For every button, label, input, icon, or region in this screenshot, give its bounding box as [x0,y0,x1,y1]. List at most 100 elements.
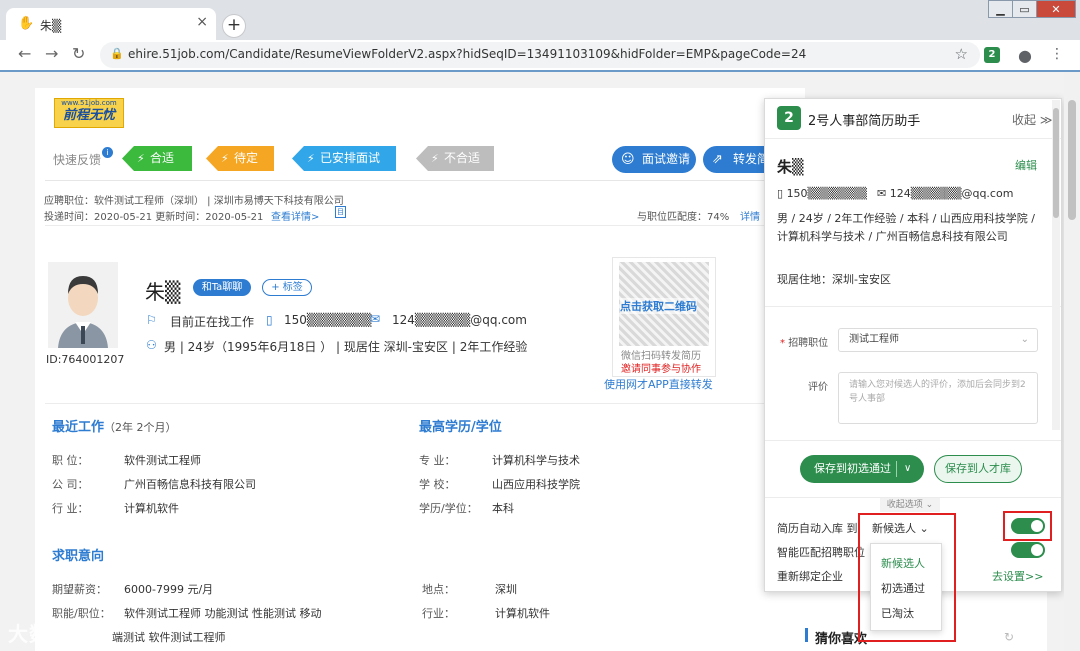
panel-candidate-info: 男 / 24岁 / 2年工作经验 / 本科 / 山西应用科技学院 / 计算机科学… [777,212,1035,243]
post-dates: 投递时间：2020-05-21 更新时间：2020-05-21 [44,212,264,223]
2hao-logo: 2 [777,106,801,130]
salary-value: 6000-7999 元/月 [124,583,214,596]
address-bar[interactable]: 🔒 ehire.51job.com/Candidate/ResumeViewFo… [100,42,980,68]
maximize-button[interactable]: ▭ [1012,0,1037,18]
quick-feedback-label: 快速反馈 [53,153,102,167]
salary-label: 期望薪资： [52,583,107,596]
work-industry-label: 行 业： [52,502,89,515]
location-label: 地点： [422,583,455,596]
reload-icon[interactable]: ↻ [72,44,85,63]
people-icon: ☺ [621,152,635,167]
add-tag-button[interactable]: + 标签 [262,279,312,296]
info-icon[interactable]: i [102,147,113,158]
edu-school-label: 学 校： [419,478,456,491]
kebab-menu-icon[interactable]: ⋮ [1050,46,1064,62]
candidate-id: ID:764001207 [46,353,125,366]
qr-invite-caption: 邀请同事参与协作 [621,364,701,375]
account-icon[interactable]: ● [1018,46,1032,65]
collapse-panel-button[interactable]: 收起 ≫ [1012,111,1052,128]
work-position-value: 软件测试工程师 [124,454,201,467]
phone-icon: ▯ [266,313,273,327]
panel-email: ✉ 124▒▒▒▒▒▒@qq.com [877,187,1014,200]
highlight-box [858,513,956,642]
view-detail-link[interactable]: 查看详情> [271,208,319,223]
chat-button[interactable]: 和Ta聊聊 [193,279,251,296]
avatar [48,262,118,348]
email: 124▒▒▒▒▒▒@qq.com [392,313,527,327]
panel-phone: ▯ 150▒▒▒▒▒▒▒ [777,187,867,200]
smart-match-toggle[interactable] [1011,542,1045,558]
edu-major-value: 计算机科学与技术 [492,454,580,467]
divider [45,180,785,181]
match-rate: 与职位匹配度：74% [637,212,730,223]
work-company-value: 广州百畅信息科技有限公司 [124,478,256,491]
51job-logo[interactable]: www.51job.com 前程无忧 [54,98,124,128]
work-position-label: 职 位： [52,454,89,467]
go-settings-link[interactable]: 去设置>> [992,568,1043,584]
work-industry-value: 计算机软件 [124,502,179,515]
feedback-unsuitable-button[interactable]: ⚡ 不合适 [416,146,494,171]
candidate-info: 男 | 24岁（1995年6月18日 ） | 现居住 深圳-宝安区 | 2年工作… [164,340,528,354]
edu-degree-value: 本科 [492,502,514,515]
close-window-button[interactable]: ✕ [1036,0,1076,18]
get-qr-link[interactable]: 点击获取二维码 [620,298,697,314]
phone-icon: ▯ [777,187,787,200]
new-tab-button[interactable]: + [222,14,246,38]
bolt-icon: ⚡ [137,152,145,165]
function-value-cont: 端测试 软件测试工程师 [112,631,226,644]
divider [45,403,785,404]
job-select[interactable]: 测试工程师 ⌄ [838,328,1038,352]
candidate-name: 朱▒ [145,280,181,304]
divider [765,306,1061,307]
browser-tab[interactable]: ✋ 朱▒ × [6,8,216,40]
edu-degree-label: 学历/学位： [419,502,478,515]
page-scrollbar-thumb[interactable] [1068,100,1076,220]
panel-title: 2号人事部简历助手 [808,114,921,129]
panel-candidate-name: 朱▒ [777,158,804,176]
collapse-options-button[interactable]: 收起选项 ⌄ [880,498,940,512]
auto-import-label: 简历自动入库 到 [777,522,858,535]
match-detail-link[interactable]: 详情 [740,208,760,223]
panel-address: 现居住地：深圳-宝安区 [777,273,891,286]
evaluation-input[interactable]: 请输入您对候选人的评价，添加后会同步到2号人事部 [838,372,1038,424]
interview-invite-button[interactable]: ☺ 面试邀请 [612,146,696,173]
flag-icon: ⚐ [146,313,157,327]
save-to-screened-button[interactable]: 保存到初选通过 ∨ [800,455,924,483]
panel-scrollbar-thumb[interactable] [1053,108,1059,218]
intent-industry-label: 行业： [422,607,455,620]
forward-icon: ⇗ [712,152,723,167]
feedback-pending-button[interactable]: ⚡ 待定 [206,146,274,171]
bolt-icon: ⚡ [307,152,315,165]
section-accent [805,628,808,642]
divider [765,440,1061,441]
refresh-icon[interactable]: ↻ [1004,630,1014,644]
chevron-down-icon: ⌄ [1020,334,1029,345]
forward-arrow-icon[interactable]: → [45,44,58,63]
mail-icon: ✉ [370,312,381,326]
education-heading: 最高学历/学位 [419,420,502,435]
back-arrow-icon[interactable]: ← [18,44,31,63]
bolt-icon: ⚡ [221,152,229,165]
person-icon: ⚇ [146,338,157,352]
feedback-interview-scheduled-button[interactable]: ⚡ 已安排面试 [292,146,396,171]
app-forward-link[interactable]: 使用网才APP直接转发 [604,376,713,392]
avatar-icon [48,262,118,348]
bookmark-star-icon[interactable]: ☆ [955,45,968,63]
close-tab-icon[interactable]: × [196,14,208,30]
mail-icon: ✉ [877,187,890,200]
applied-position: 应聘职位：软件测试工程师（深圳） | 深圳市易博天下科技有限公司 [44,196,344,207]
document-icon[interactable]: 目 [335,206,346,218]
browser-toolbar: ← → ↻ 🔒 ehire.51job.com/Candidate/Resume… [0,40,1080,70]
intent-industry-value: 计算机软件 [495,607,550,620]
hand-icon: ✋ [18,16,35,31]
save-to-talent-pool-button[interactable]: 保存到人才库 [934,455,1022,483]
extension-2hao-icon[interactable]: 2 [984,47,1000,63]
divider [765,138,1061,139]
job-label: * 招聘职位 [780,338,829,349]
function-value: 软件测试工程师 功能测试 性能测试 移动 [124,607,322,620]
feedback-suitable-button[interactable]: ⚡ 合适 [122,146,192,171]
lock-icon: 🔒 [110,47,124,60]
smart-match-label: 智能匹配招聘职位 [777,546,865,559]
edit-link[interactable]: 编辑 [1015,157,1037,173]
minimize-button[interactable]: ▁ [988,0,1013,18]
